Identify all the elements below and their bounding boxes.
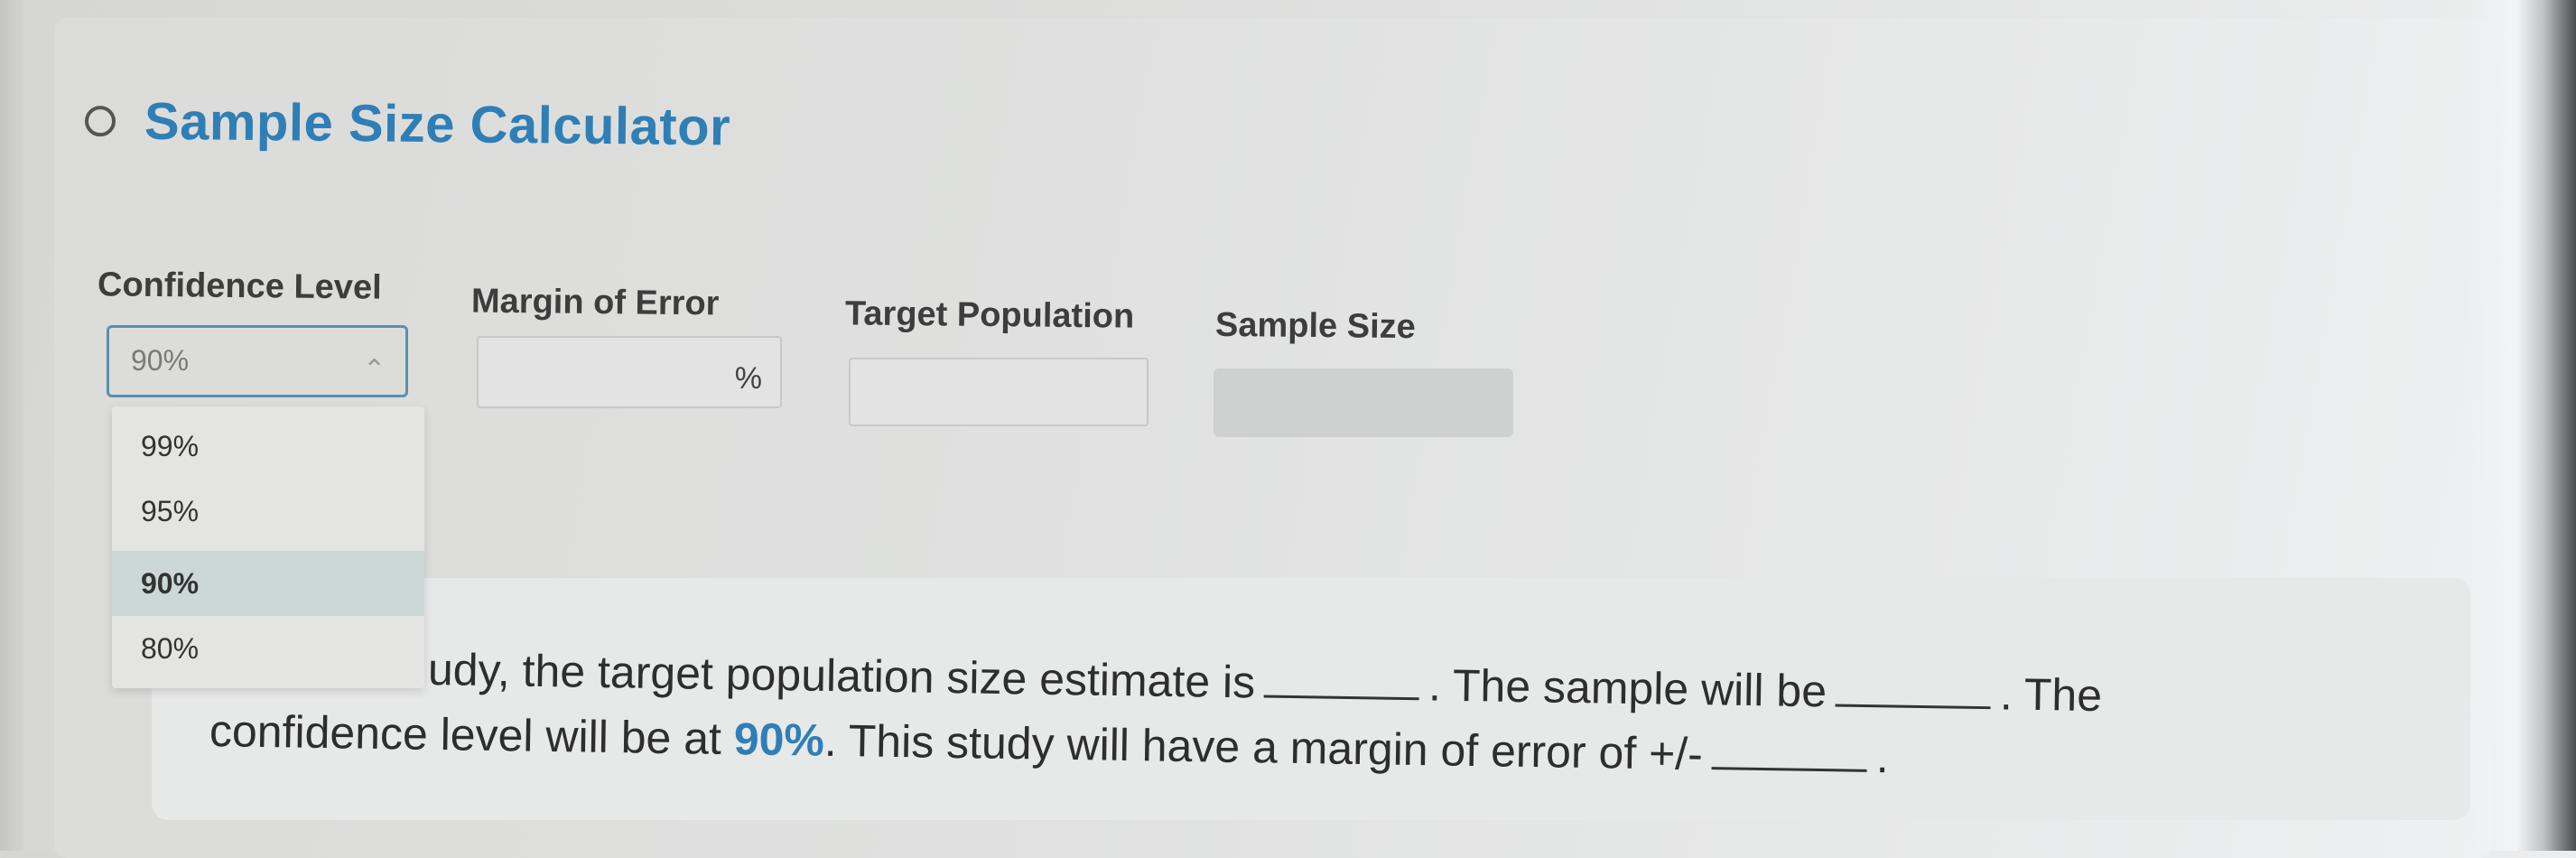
confidence-highlight: 90% [733,713,825,766]
target-population-blank [1263,658,1420,701]
percent-suffix: % [734,361,762,396]
dropdown-option-99[interactable]: 99% [112,414,424,479]
confidence-level-label: Confidence Level [97,266,382,307]
target-population-label: Target Population [844,294,1135,336]
statement-text-6: . [1875,732,1890,783]
screen-right-edge [2468,0,2576,851]
statement-line-1: udy, the target population size estimate… [428,643,2103,722]
sample-size-output [1214,368,1513,437]
title-row: Sample Size Calculator [84,90,731,157]
margin-of-error-label: Margin of Error [470,282,720,323]
confidence-level-value: 90% [131,344,190,377]
margin-of-error-input[interactable]: % [477,336,782,408]
screen-left-edge [0,0,23,851]
question-radio-button[interactable] [84,105,116,136]
statement-text-2: . The sample will be [1427,659,1827,717]
target-population-input[interactable] [849,358,1149,426]
statement-text-5: . This study will have a margin of error… [823,714,1704,779]
confidence-level-dropdown: 99% 95% 90% 80% [112,406,424,688]
page-title: Sample Size Calculator [144,91,731,157]
confidence-level-select[interactable]: 90% ⌄ [107,325,408,397]
statement-text-3: . The [1999,668,2103,722]
statement-panel: udy, the target population size estimate… [152,578,2470,820]
statement-text-4: confidence level will be at [209,705,722,764]
dropdown-option-80[interactable]: 80% [112,616,424,681]
dropdown-option-90[interactable]: 90% [112,551,424,616]
margin-of-error-blank [1711,731,1868,772]
chevron-up-icon[interactable]: ⌄ [363,351,386,383]
statement-line-2: confidence level will be at 90%. This st… [209,704,1890,783]
sample-size-blank [1835,667,1992,710]
dropdown-option-95[interactable]: 95% [112,479,424,544]
sample-size-label: Sample Size [1214,305,1416,347]
statement-text-1: udy, the target population size estimate… [427,644,1256,708]
